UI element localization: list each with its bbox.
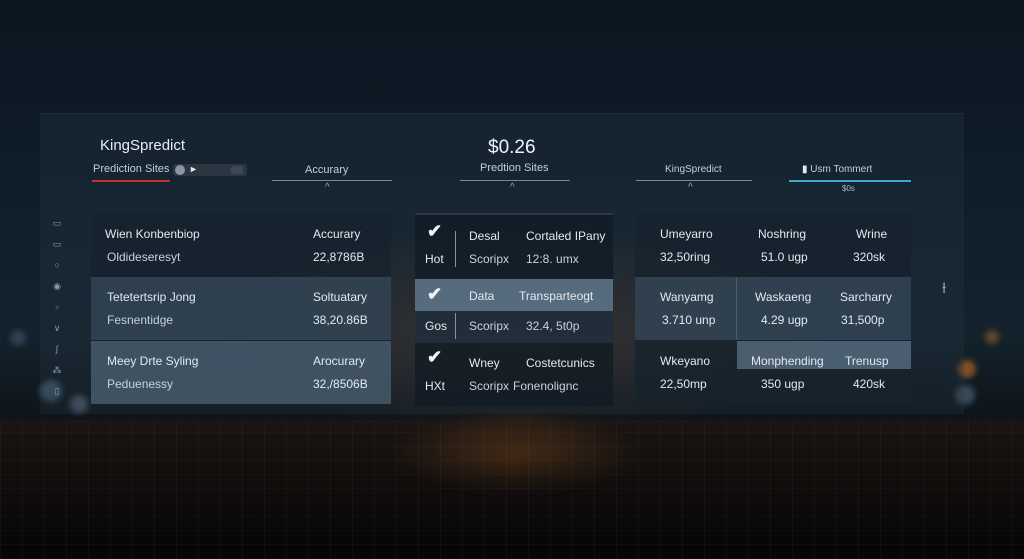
table-row-selected[interactable]: ✔ Data Transparteogt [415,279,613,311]
brand-title: KingSpredict [100,137,186,154]
active-tab-underline [92,180,170,182]
row-col-c-value: 31,500p [841,313,885,327]
list-icon[interactable]: ▭ [52,218,62,229]
row-col2: Costetcunics [526,356,595,370]
tab-usm-label: Usm Tommert [810,164,873,175]
toggle-knob [175,165,185,175]
row-col-a: Wkeyano [660,354,711,368]
page-icon[interactable]: ▯ [52,386,62,397]
row-col-b: Monphending [751,354,824,368]
row-col1-sub: Scoripx [469,379,510,393]
square-icon[interactable]: ▫ [52,302,62,312]
tab-usm-tommert[interactable]: ▮ Usm Tommert [802,164,872,175]
check-icon: ✔ [427,284,443,304]
table-row[interactable]: Umeyarro 32,50ring Noshring 51.0 ugp Wri… [635,213,911,276]
comment-icon: ▮ [802,164,808,175]
row-sub: Fesnentidge [107,313,174,327]
view-toggle[interactable]: ► [173,164,247,176]
row-col1: Data [469,289,495,303]
table-row[interactable]: Gos Scoripx 32.4, 5t0p [415,311,613,343]
tab-kingspredict[interactable]: KingSpredict [665,164,722,175]
row-sub: Peduenessy [107,377,174,391]
row-col2-sub: Fonenolignc [513,379,579,393]
row-col-b-value: 4.29 ugp [761,313,808,327]
row-col-a: Wanyamg [660,290,714,304]
row-value: 38,20.86B [313,313,368,327]
row-tag: Gos [425,319,448,333]
row-col2-sub: 12:8. umx [526,252,579,266]
tab-predtion-sites[interactable]: Predtion Sites [480,162,548,174]
row-col1-sub: Scoripx [469,319,510,333]
tab-underline [272,180,392,181]
table-row[interactable]: ✔ Hot Desal Scoripx Cortaled IPany 12:8.… [415,215,613,278]
table-row[interactable]: Wanyamg 3.710 unp Waskaeng 4.29 ugp Sarc… [635,277,911,340]
row-label: Arocurary [313,354,366,368]
row-divider [455,313,456,339]
row-col-a: Umeyarro [660,227,713,241]
play-icon: ► [189,164,198,174]
circle-icon[interactable]: ○ [52,260,62,270]
chevron-up-icon: ^ [325,182,330,193]
row-value: 22,8786B [313,250,365,264]
check-icon: ✔ [427,347,443,367]
row-col-b: Waskaeng [755,290,812,304]
row-col-b-value: 350 ugp [761,377,805,391]
row-col-b: Noshring [758,227,807,241]
table-row[interactable]: Wkeyano 22,50mp Monphending 350 ugp Tren… [635,341,911,404]
row-col-c: Wrine [856,227,888,241]
integral-icon[interactable]: ∫ [52,344,62,354]
tab-underline [460,180,570,181]
row-label: Soltuatary [313,290,368,304]
scroll-handle-icon[interactable]: ⟊ [942,280,946,298]
price-display: $0.26 [488,137,536,158]
toggle-segment [231,166,243,174]
chevron-up-icon: ^ [510,182,515,193]
row-col1-sub: Scoripx [469,252,510,266]
row-tag: Hot [425,252,444,266]
row-col-b-value: 51.0 ugp [761,250,808,264]
table-row[interactable]: Meey Drte Syling Peduenessy Arocurary 32… [91,341,391,404]
tab-accuracy[interactable]: Accurary [305,164,348,176]
row-name: Tetetertsrip Jong [107,290,196,304]
row-sub: Oldideseresyt [107,250,181,264]
bokeh-light [985,330,999,344]
row-tag: HXt [425,379,446,393]
row-col1: Wney [469,356,500,370]
row-col1: Desal [469,229,500,243]
row-col-c: Sarcharry [840,290,893,304]
center-table: ✔ Hot Desal Scoripx Cortaled IPany 12:8.… [415,213,613,406]
bokeh-light [10,330,26,346]
row-col2: Transparteogt [519,289,594,303]
chevron-up-icon: ^ [688,182,693,193]
chevron-down-icon[interactable]: ∨ [52,323,62,334]
check-icon: ✔ [427,221,443,241]
row-name: Meey Drte Syling [107,354,199,368]
row-col2: Cortaled IPany [526,229,606,243]
row-name: Wien Konbenbiop [105,227,200,241]
column-divider [736,277,737,340]
row-divider [455,231,456,267]
row-col-c-value: 420sk [853,377,886,391]
row-col-a-value: 22,50mp [660,377,707,391]
row-col-c: Trenusp [845,354,889,368]
row-col-c-value: 320sk [853,250,886,264]
row-label: Accurary [313,227,361,241]
row-col2-sub: 32.4, 5t0p [526,319,580,333]
row-col-a-value: 32,50ring [660,250,711,264]
left-table: Wien Konbenbiop Oldideseresyt Accurary 2… [91,213,391,404]
tab-usm-sub: $0s [842,184,855,193]
active-tab-underline [789,180,911,182]
table-row[interactable]: Tetetertsrip Jong Fesnentidge Soltuatary… [91,277,391,340]
sparkle-icon[interactable]: ⁂ [52,365,62,376]
table-row[interactable]: ✔ HXt Wney Scoripx Costetcunics Fonenoli… [415,343,613,406]
target-icon[interactable]: ◉ [52,281,62,292]
right-table: Umeyarro 32,50ring Noshring 51.0 ugp Wri… [635,213,911,404]
row-col-a-value: 3.710 unp [662,313,716,327]
background-floor [0,420,1024,559]
row-value: 32,/8506B [313,377,368,391]
tab-prediction-sites[interactable]: Prediction Sites [93,163,169,175]
tab-underline [636,180,752,181]
grid-icon[interactable]: ▭ [52,239,62,250]
table-row[interactable]: Wien Konbenbiop Oldideseresyt Accurary 2… [91,213,391,276]
